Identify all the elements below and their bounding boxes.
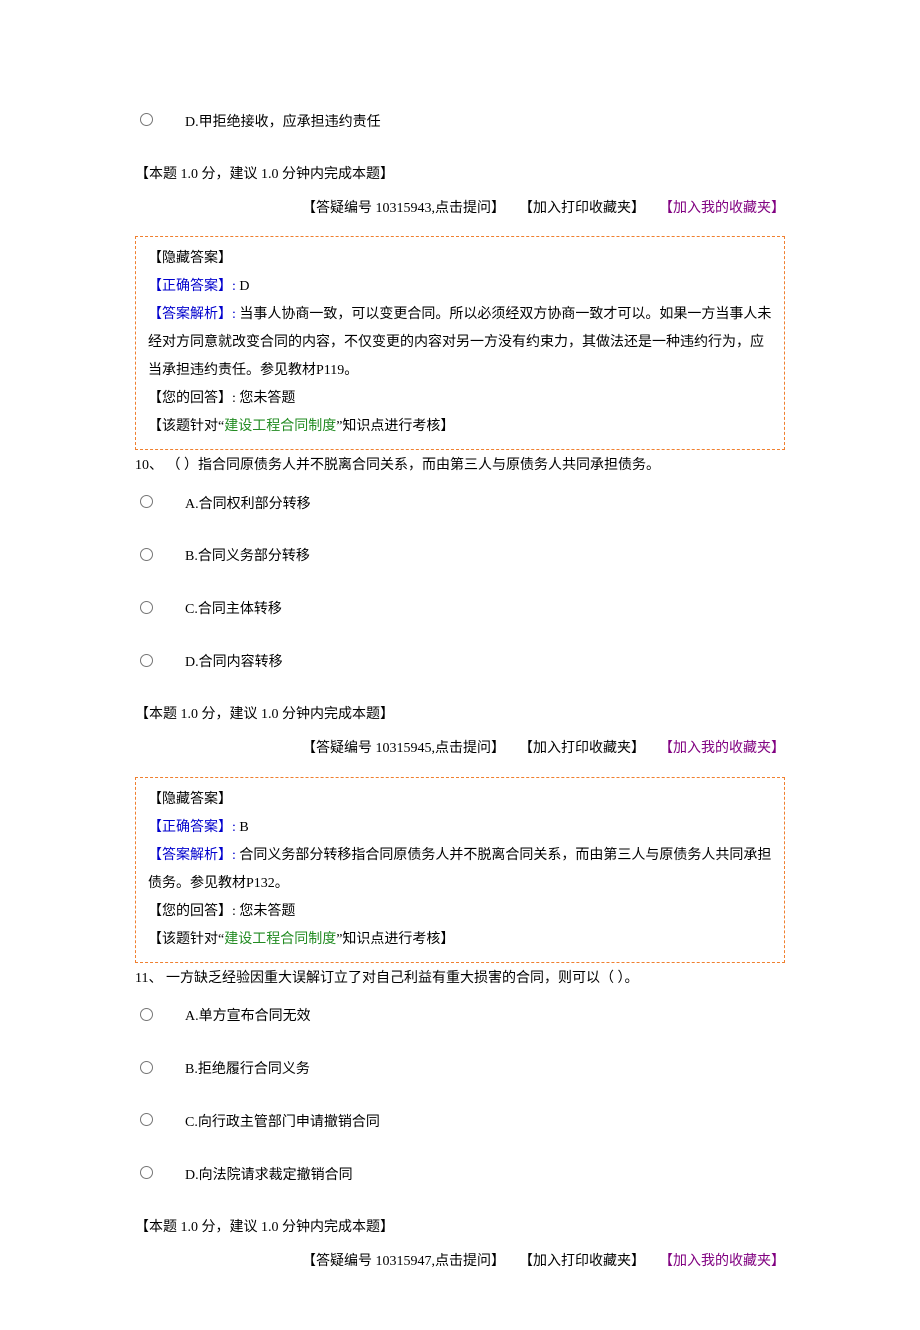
q10-option-a-radio-wrap [135,492,185,517]
q9-option-d-label: D.甲拒绝接收，应承担违约责任 [185,111,381,135]
q9-answer-box: 【隐藏答案】 【正确答案】: D 【答案解析】: 当事人协商一致，可以变更合同。… [135,236,785,450]
q9-option-d-row: D.甲拒绝接收，应承担违约责任 [135,110,785,135]
q9-correct-label: 【正确答案】: [148,279,236,294]
q10-hide-answer[interactable]: 【隐藏答案】 [148,786,772,814]
q11-option-d-row: D.向法院请求裁定撤销合同 [135,1163,785,1188]
q9-your-value: 您未答题 [236,391,296,406]
q10-option-b-radio[interactable] [140,548,153,561]
q10-answer-box: 【隐藏答案】 【正确答案】: B 【答案解析】: 合同义务部分转移指合同原债务人… [135,777,785,963]
q11-stem: 11、 一方缺乏经验因重大误解订立了对自己利益有重大损害的合同，则可以（ ）。 [135,967,785,991]
q9-your-row: 【您的回答】: 您未答题 [148,385,772,413]
q10-my-fav-link[interactable]: 【加入我的收藏夹】 [659,741,785,756]
q9-my-fav-link[interactable]: 【加入我的收藏夹】 [659,201,785,216]
q10-analysis-row: 【答案解析】: 合同义务部分转移指合同原债务人并不脱离合同关系，而由第三人与原债… [148,842,772,898]
q10-kp-suffix: ”知识点进行考核】 [336,932,454,947]
q9-option-d-radio-wrap [135,110,185,135]
q11-print-fav-link[interactable]: 【加入打印收藏夹】 [519,1254,645,1269]
q10-option-a-radio[interactable] [140,495,153,508]
q10-print-fav-link[interactable]: 【加入打印收藏夹】 [519,741,645,756]
q11-option-d-radio-wrap [135,1163,185,1188]
q11-score-note: 【本题 1.0 分，建议 1.0 分钟内完成本题】 [135,1216,785,1240]
q10-option-c-radio-wrap [135,598,185,623]
q10-kp-prefix: 【该题针对“ [148,932,224,947]
q11-option-b-radio[interactable] [140,1061,153,1074]
q11-option-a-radio-wrap [135,1005,185,1030]
q11-option-b-radio-wrap [135,1058,185,1083]
page-container: D.甲拒绝接收，应承担违约责任 【本题 1.0 分，建议 1.0 分钟内完成本题… [0,0,920,1330]
q10-option-d-radio[interactable] [140,654,153,667]
q10-option-d-radio-wrap [135,651,185,676]
q11-option-a-row: A.单方宣布合同无效 [135,1005,785,1030]
q11-question-link[interactable]: 【答疑编号 10315947,点击提问】 [302,1254,505,1269]
q9-score-note: 【本题 1.0 分，建议 1.0 分钟内完成本题】 [135,163,785,187]
q9-question-link[interactable]: 【答疑编号 10315943,点击提问】 [302,201,505,216]
q10-your-value: 您未答题 [236,904,296,919]
q11-option-a-label: A.单方宣布合同无效 [185,1005,311,1029]
q10-option-d-row: D.合同内容转移 [135,651,785,676]
q9-correct-value: D [236,279,250,294]
q9-correct-row: 【正确答案】: D [148,273,772,301]
q10-score-note: 【本题 1.0 分，建议 1.0 分钟内完成本题】 [135,703,785,727]
q9-analysis-row: 【答案解析】: 当事人协商一致，可以变更合同。所以必须经双方协商一致才可以。如果… [148,301,772,385]
q10-kp-row: 【该题针对“建设工程合同制度”知识点进行考核】 [148,926,772,954]
q9-option-d-radio[interactable] [140,113,153,126]
q10-analysis-text: 合同义务部分转移指合同原债务人并不脱离合同关系，而由第三人与原债务人共同承担债务… [148,848,771,891]
q11-my-fav-link[interactable]: 【加入我的收藏夹】 [659,1254,785,1269]
q9-links-row: 【答疑编号 10315943,点击提问】 【加入打印收藏夹】 【加入我的收藏夹】 [135,197,785,221]
q9-your-label: 【您的回答】: [148,391,236,406]
q10-option-b-row: B.合同义务部分转移 [135,545,785,570]
q10-option-c-radio[interactable] [140,601,153,614]
q10-analysis-label: 【答案解析】: [148,848,236,863]
q10-links-row: 【答疑编号 10315945,点击提问】 【加入打印收藏夹】 【加入我的收藏夹】 [135,737,785,761]
q11-option-b-label: B.拒绝履行合同义务 [185,1058,310,1082]
q10-option-c-label: C.合同主体转移 [185,598,282,622]
q11-option-b-row: B.拒绝履行合同义务 [135,1058,785,1083]
q10-kp-text: 建设工程合同制度 [224,932,336,947]
q10-your-label: 【您的回答】: [148,904,236,919]
q11-option-c-radio-wrap [135,1110,185,1135]
q11-option-d-radio[interactable] [140,1166,153,1179]
q11-option-a-radio[interactable] [140,1008,153,1021]
q9-kp-text: 建设工程合同制度 [224,419,336,434]
q10-stem: 10、 （ ）指合同原债务人并不脱离合同关系，而由第三人与原债务人共同承担债务。 [135,454,785,478]
q9-kp-row: 【该题针对“建设工程合同制度”知识点进行考核】 [148,413,772,441]
q9-kp-prefix: 【该题针对“ [148,419,224,434]
q9-hide-answer[interactable]: 【隐藏答案】 [148,245,772,273]
q10-option-b-label: B.合同义务部分转移 [185,545,310,569]
q10-option-a-row: A.合同权利部分转移 [135,492,785,517]
q10-option-c-row: C.合同主体转移 [135,598,785,623]
q10-correct-value: B [236,820,249,835]
q10-option-b-radio-wrap [135,545,185,570]
q10-option-d-label: D.合同内容转移 [185,651,283,675]
q10-correct-row: 【正确答案】: B [148,814,772,842]
q10-correct-label: 【正确答案】: [148,820,236,835]
q11-option-c-label: C.向行政主管部门申请撤销合同 [185,1111,380,1135]
q9-kp-suffix: ”知识点进行考核】 [336,419,454,434]
q9-analysis-text: 当事人协商一致，可以变更合同。所以必须经双方协商一致才可以。如果一方当事人未经对… [148,307,771,378]
q9-print-fav-link[interactable]: 【加入打印收藏夹】 [519,201,645,216]
q10-option-a-label: A.合同权利部分转移 [185,493,311,517]
q9-analysis-label: 【答案解析】: [148,307,236,322]
q10-your-row: 【您的回答】: 您未答题 [148,898,772,926]
q11-option-c-row: C.向行政主管部门申请撤销合同 [135,1110,785,1135]
q11-option-d-label: D.向法院请求裁定撤销合同 [185,1164,353,1188]
q11-links-row: 【答疑编号 10315947,点击提问】 【加入打印收藏夹】 【加入我的收藏夹】 [135,1250,785,1274]
q11-option-c-radio[interactable] [140,1113,153,1126]
q10-question-link[interactable]: 【答疑编号 10315945,点击提问】 [302,741,505,756]
